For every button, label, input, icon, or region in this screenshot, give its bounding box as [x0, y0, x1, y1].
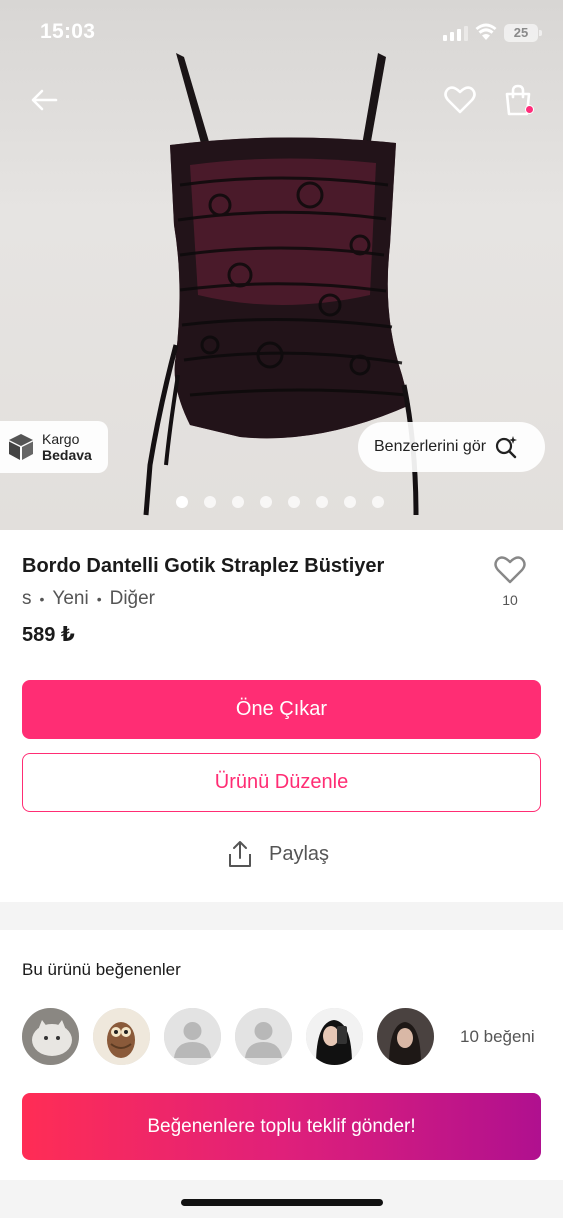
- gallery-dot[interactable]: [260, 496, 272, 508]
- gallery-dot[interactable]: [232, 496, 244, 508]
- edit-product-button[interactable]: Ürünü Düzenle: [22, 753, 541, 812]
- battery-tip: [539, 30, 542, 36]
- cellular-signal-icon: [443, 26, 468, 41]
- like-count: 10: [502, 592, 518, 608]
- product-title: Bordo Dantelli Gotik Straplez Büstiyer: [22, 555, 385, 577]
- gallery-dot[interactable]: [176, 496, 188, 508]
- gallery-dot[interactable]: [316, 496, 328, 508]
- status-time: 15:03: [40, 20, 96, 43]
- liker-avatar-person[interactable]: [306, 1008, 363, 1065]
- free-label: Bedava: [42, 447, 92, 463]
- boost-button[interactable]: Öne Çıkar: [22, 680, 541, 739]
- sparkle-search-icon: [495, 436, 518, 459]
- like-button[interactable]: 10: [490, 555, 530, 608]
- liker-avatar-owl[interactable]: [93, 1008, 150, 1065]
- package-icon: [9, 434, 33, 460]
- product-image-gallery[interactable]: 15:03 25 Kargo Bedava Benzerlerini gör: [0, 0, 563, 530]
- wifi-icon: [475, 23, 497, 40]
- product-meta: s • Yeni • Diğer: [22, 588, 155, 610]
- section-divider: [0, 902, 563, 930]
- bulk-offer-button[interactable]: Beğenenlere toplu teklif gönder!: [22, 1093, 541, 1160]
- share-label: Paylaş: [269, 842, 330, 865]
- liker-avatar-default[interactable]: [164, 1008, 221, 1065]
- home-indicator[interactable]: [181, 1199, 383, 1206]
- status-bar: 15:03 25: [0, 0, 563, 66]
- meta-separator: •: [96, 591, 102, 607]
- gallery-dot[interactable]: [288, 496, 300, 508]
- meta-separator: •: [39, 591, 45, 607]
- cart-button[interactable]: [498, 80, 538, 120]
- likes-count-label: 10 beğeni: [460, 1027, 535, 1046]
- share-button[interactable]: Paylaş: [227, 840, 329, 868]
- back-button[interactable]: [24, 80, 64, 120]
- see-similar-label: Benzerlerini gör: [374, 438, 487, 455]
- favorite-button[interactable]: [440, 80, 480, 120]
- owl-photo: [93, 1008, 150, 1065]
- arrow-left-icon: [31, 89, 58, 111]
- gallery-dot[interactable]: [204, 496, 216, 508]
- free-shipping-badge: Kargo Bedava: [0, 421, 108, 473]
- product-brand: Diğer: [109, 588, 156, 609]
- battery-indicator: 25: [504, 24, 538, 42]
- see-similar-button[interactable]: Benzerlerini gör: [358, 422, 545, 472]
- likers-avatar-list: [22, 1008, 434, 1065]
- product-condition: Yeni: [52, 588, 89, 609]
- liker-avatar-default[interactable]: [235, 1008, 292, 1065]
- person-photo: [306, 1008, 363, 1065]
- cat-photo: [22, 1008, 79, 1065]
- product-price: 589 ₺: [22, 624, 75, 646]
- person-photo: [377, 1008, 434, 1065]
- likers-title: Bu ürünü beğenenler: [22, 960, 181, 979]
- liker-avatar-person[interactable]: [377, 1008, 434, 1065]
- heart-icon: [444, 86, 476, 114]
- liker-avatar-cat[interactable]: [22, 1008, 79, 1065]
- product-size: s: [22, 588, 32, 609]
- gallery-pagination[interactable]: [176, 496, 384, 508]
- cargo-label: Kargo: [42, 431, 80, 447]
- share-icon: [229, 841, 251, 867]
- gallery-dot[interactable]: [372, 496, 384, 508]
- gallery-dot[interactable]: [344, 496, 356, 508]
- default-avatar-icon: [164, 1008, 221, 1065]
- cart-notification-dot: [525, 105, 534, 114]
- heart-outline-icon: [494, 556, 526, 584]
- default-avatar-icon: [235, 1008, 292, 1065]
